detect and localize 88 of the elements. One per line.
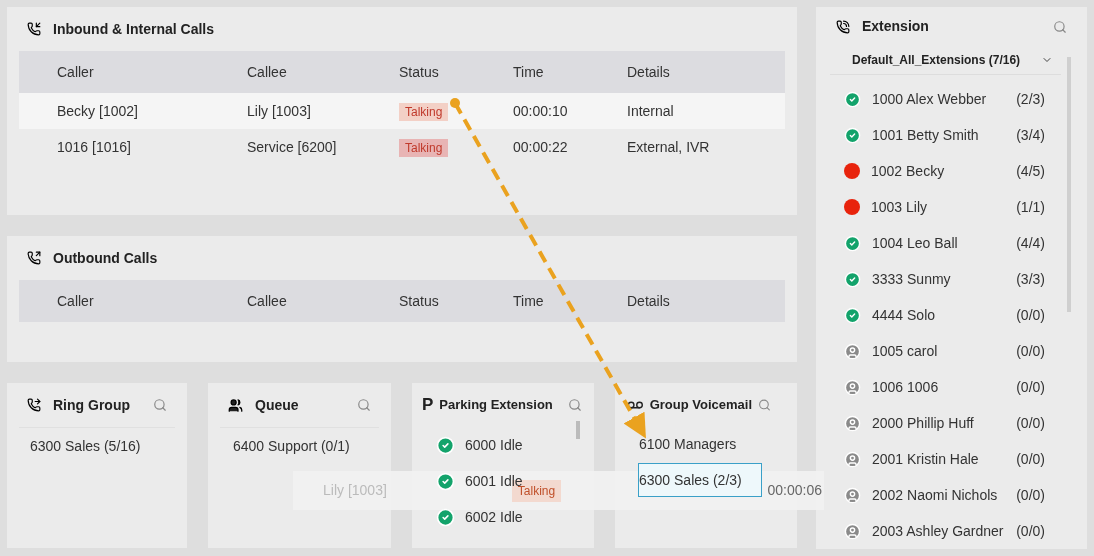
- table-cell-text: Becky [1002]: [57, 101, 139, 121]
- phone-icon: [836, 19, 850, 34]
- table-cell-text: External, IVR: [627, 137, 711, 157]
- extension-name[interactable]: 1001 Betty Smith: [872, 124, 979, 146]
- status-badge: Talking: [399, 138, 449, 157]
- extension-count: (3/4): [1016, 125, 1045, 145]
- parking-icon: P: [422, 392, 434, 418]
- column-header: Time: [513, 291, 545, 311]
- table-cell-text: Internal: [627, 101, 675, 121]
- check-icon: [844, 126, 861, 144]
- check-icon: [844, 270, 861, 288]
- table-cell-text: 1016 [1016]: [57, 137, 132, 157]
- check-icon: [436, 507, 455, 527]
- user-icon: [844, 486, 861, 504]
- panel-title: Ring Group: [53, 395, 130, 415]
- extension-count: (0/0): [1016, 377, 1045, 397]
- extension-count: (0/0): [1016, 305, 1045, 325]
- check-icon: [844, 306, 861, 324]
- check-icon: [844, 90, 861, 108]
- extension-name[interactable]: 1005 carol: [872, 340, 938, 362]
- user-icon: [844, 342, 861, 360]
- extension-name[interactable]: 1004 Leo Ball: [872, 232, 958, 254]
- voicemail-item[interactable]: 6300 Sales (2/3): [638, 463, 762, 497]
- column-header: Status: [399, 291, 440, 311]
- scrollbar[interactable]: [576, 421, 580, 439]
- call-row[interactable]: Becky [1002] Lily [1003] Talking 00:00:10 Internal: [19, 93, 785, 129]
- panel-title: Queue: [255, 395, 299, 415]
- user-icon: [844, 450, 861, 468]
- panel-title: Extension: [862, 17, 929, 37]
- table-cell-text: 00:00:22: [513, 137, 569, 157]
- voicemail-item[interactable]: 6100 Managers: [639, 427, 773, 461]
- phone-forward-icon: [27, 398, 41, 412]
- group-dropdown[interactable]: Default_All_Extensions (7/16): [830, 46, 1061, 75]
- queue-item[interactable]: 6400 Support (0/1): [208, 428, 391, 464]
- extension-name[interactable]: 1006 1006: [872, 376, 939, 398]
- column-header: Details: [627, 62, 671, 82]
- extension-count: (2/3): [1016, 89, 1045, 109]
- search-icon[interactable]: [1053, 19, 1067, 34]
- extension-name[interactable]: 4444 Solo: [872, 304, 936, 326]
- extension-count: (3/3): [1016, 269, 1045, 289]
- panel-title: Inbound & Internal Calls: [53, 19, 214, 39]
- extension-count: (4/4): [1016, 233, 1045, 253]
- extension-count: (0/0): [1016, 413, 1045, 433]
- search-icon[interactable]: [568, 398, 582, 412]
- extension-count: (0/0): [1016, 341, 1045, 361]
- table-cell-text: Lily [1003]: [247, 101, 312, 121]
- status-badge: Talking: [399, 102, 449, 121]
- column-header: Callee: [247, 62, 288, 82]
- extension-name[interactable]: 2003 Ashley Gardner: [872, 520, 1004, 542]
- extension-name[interactable]: 2001 Kristin Hale: [872, 448, 979, 470]
- search-icon[interactable]: [153, 398, 167, 412]
- extension-name[interactable]: 1003 Lily: [871, 196, 928, 218]
- extension-count: (0/0): [1016, 521, 1045, 541]
- parking-item[interactable]: 6002 Idle: [465, 506, 523, 528]
- user-icon: [844, 414, 861, 432]
- extension-name[interactable]: 2002 Naomi Nichols: [872, 484, 998, 506]
- column-header: Callee: [247, 291, 288, 311]
- extension-count: (0/0): [1016, 449, 1045, 469]
- column-header: Time: [513, 62, 545, 82]
- panel-title: Outbound Calls: [53, 248, 158, 268]
- column-header: Caller: [57, 291, 95, 311]
- parking-item[interactable]: 6000 Idle: [465, 434, 523, 456]
- user-icon: [844, 378, 861, 396]
- call-row[interactable]: 1016 [1016] Service [6200] Talking 00:00:22 External, IVR: [19, 129, 785, 165]
- extension-name[interactable]: 1002 Becky: [871, 160, 945, 182]
- check-icon: [436, 435, 455, 455]
- column-header: Status: [399, 62, 440, 82]
- table-cell-text: 00:00:10: [513, 101, 569, 121]
- ring-group-item[interactable]: 6300 Sales (5/16): [7, 428, 187, 464]
- phone-outgoing-icon: [27, 251, 41, 265]
- extension-name[interactable]: 1000 Alex Webber: [872, 88, 987, 110]
- extension-name[interactable]: 2000 Phillip Huff: [872, 412, 974, 434]
- phone-incoming-icon: [27, 22, 41, 36]
- check-icon: [844, 234, 861, 252]
- column-header: Caller: [57, 62, 95, 82]
- table-cell-text: Service [6200]: [247, 137, 338, 157]
- panel-title: Group Voicemail: [649, 396, 753, 415]
- extension-name[interactable]: 3333 Sunmy: [872, 268, 951, 290]
- ghost-time: 00:00:06: [767, 481, 822, 500]
- users-icon: [228, 397, 243, 413]
- search-icon[interactable]: [357, 398, 371, 412]
- extension-count: (0/0): [1016, 485, 1045, 505]
- extension-count: (1/1): [1016, 197, 1045, 217]
- user-icon: [844, 522, 861, 540]
- extension-count: (4/5): [1016, 161, 1045, 181]
- column-header: Details: [627, 291, 671, 311]
- search-icon[interactable]: [758, 398, 771, 412]
- panel-title: Parking Extension: [439, 396, 553, 415]
